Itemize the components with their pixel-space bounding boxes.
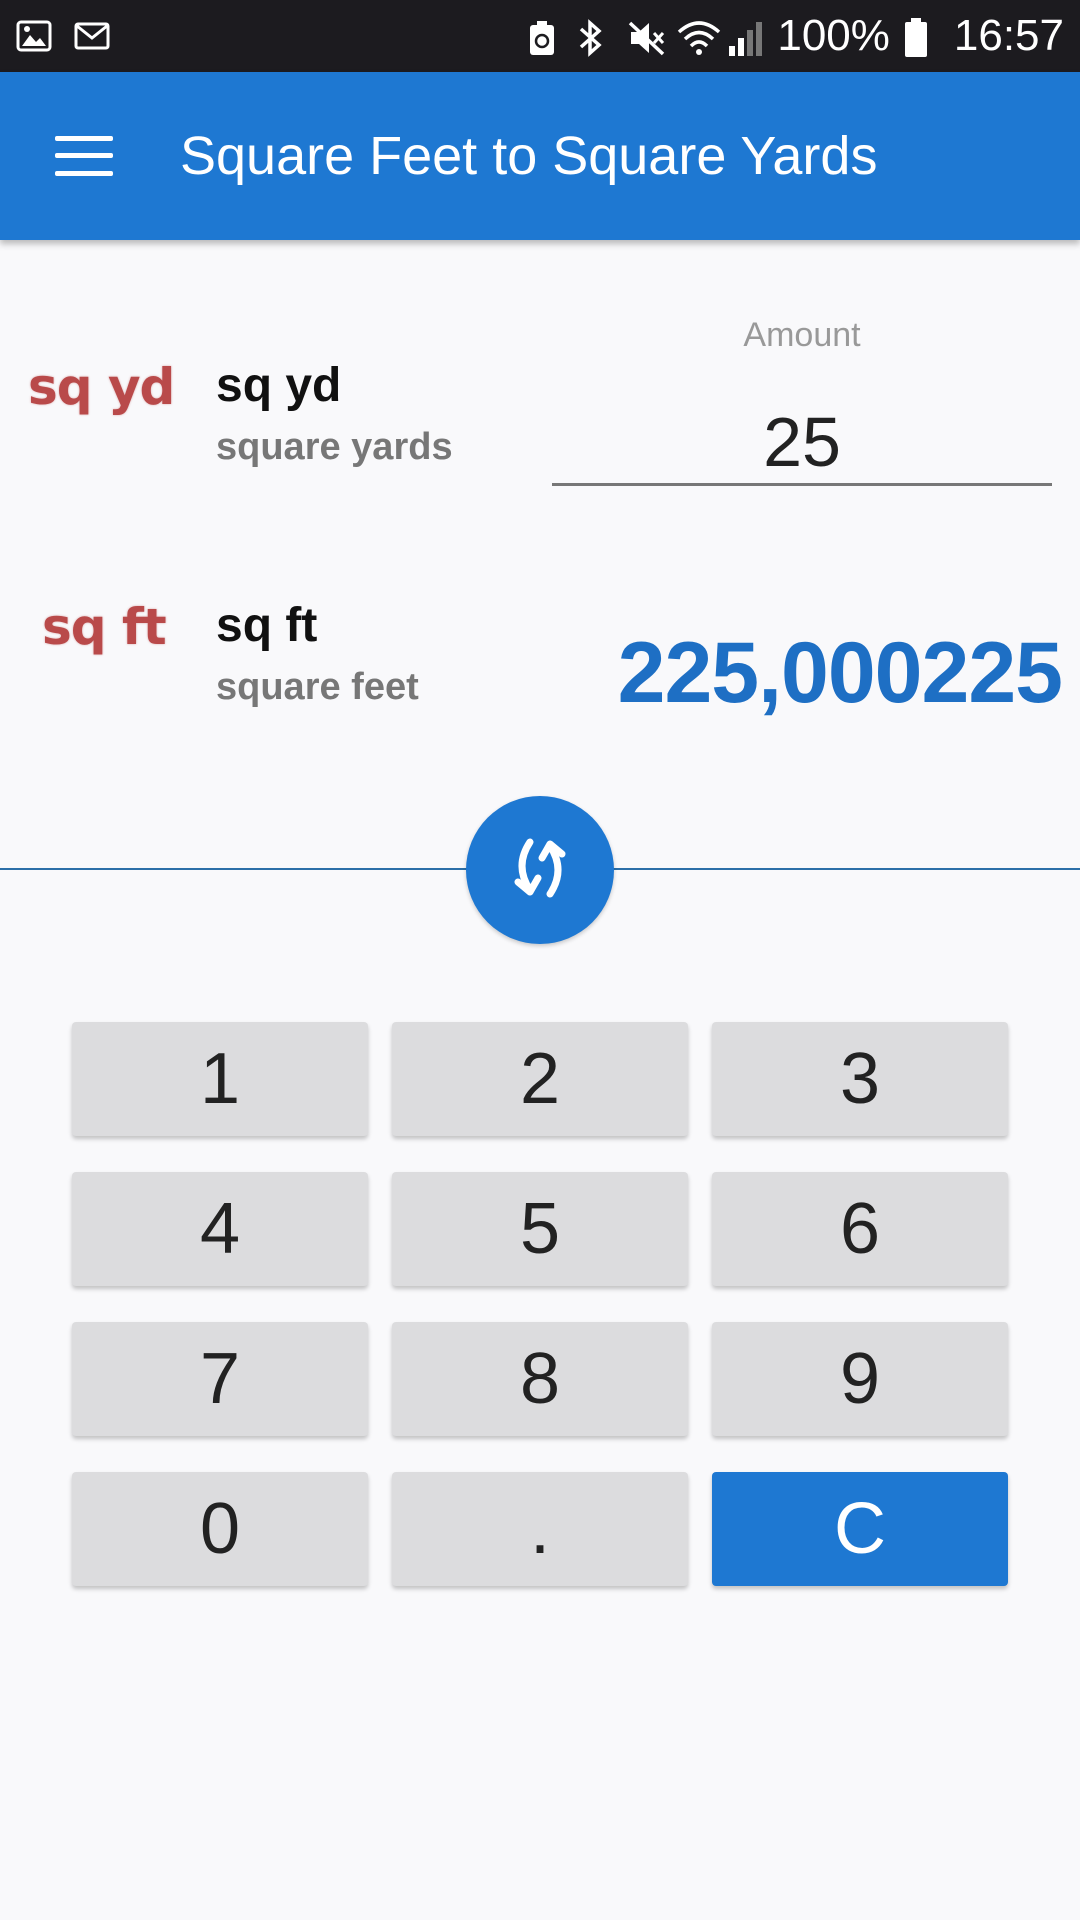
to-unit-abbr: sq ft: [216, 599, 318, 652]
key-6[interactable]: 6: [712, 1172, 1008, 1286]
key-1[interactable]: 1: [72, 1022, 368, 1136]
recycle-icon: [527, 18, 563, 55]
mute-icon: [627, 18, 665, 56]
keypad: 1 2 3 4 5 6 7 8 9 0 . C: [72, 1022, 1008, 1586]
page-title: Square Feet to Square Yards: [180, 126, 878, 186]
clear-button[interactable]: C: [712, 1472, 1008, 1586]
bluetooth-icon: [577, 18, 613, 57]
swap-arrows-icon: [500, 828, 580, 913]
to-unit-row: sq ft sq ft square feet 225,000225: [0, 580, 1080, 760]
key-0[interactable]: 0: [72, 1472, 368, 1586]
key-5[interactable]: 5: [392, 1172, 688, 1286]
to-unit-logo: sq ft: [42, 598, 167, 656]
from-unit-logo: sq yd: [28, 358, 175, 416]
to-unit-name: square feet: [216, 666, 419, 708]
key-2[interactable]: 2: [392, 1022, 688, 1136]
amount-input[interactable]: [552, 400, 1052, 486]
key-decimal[interactable]: .: [392, 1472, 688, 1586]
app-bar: Square Feet to Square Yards: [0, 72, 1080, 240]
status-bar: 100% 16:57: [0, 0, 1080, 72]
battery-percent: 100%: [777, 11, 890, 60]
gmail-icon: [74, 18, 110, 54]
signal-icon: [727, 18, 763, 56]
swap-units-button[interactable]: [466, 796, 614, 944]
hamburger-menu-button[interactable]: [0, 72, 168, 240]
from-unit-row: sq yd sq yd square yards Amount: [0, 300, 1080, 500]
amount-label: Amount: [743, 316, 861, 354]
key-8[interactable]: 8: [392, 1322, 688, 1436]
from-unit-abbr: sq yd: [216, 359, 342, 412]
key-9[interactable]: 9: [712, 1322, 1008, 1436]
image-icon: [16, 18, 52, 54]
wifi-icon: [677, 18, 721, 55]
battery-icon: [904, 18, 940, 57]
key-7[interactable]: 7: [72, 1322, 368, 1436]
from-unit-name: square yards: [216, 426, 453, 468]
clock: 16:57: [953, 11, 1064, 60]
key-3[interactable]: 3: [712, 1022, 1008, 1136]
key-4[interactable]: 4: [72, 1172, 368, 1286]
hamburger-menu-icon: [55, 136, 113, 176]
result-value: 225,000225: [617, 625, 1063, 721]
